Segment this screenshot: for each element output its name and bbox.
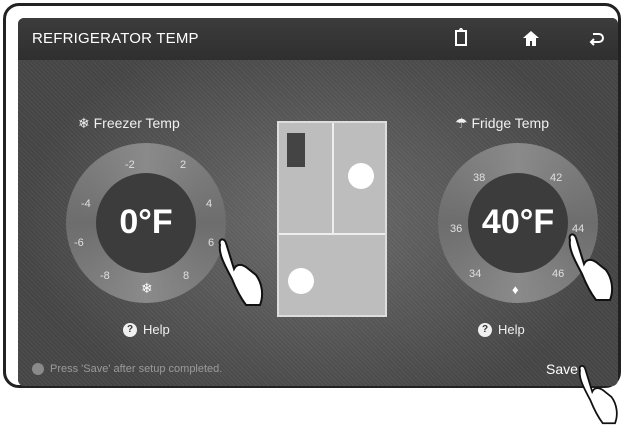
screen: REFRIGERATOR TEMP ❄ Freezer Temp 0°F -2 … [18,18,618,386]
info-icon [32,363,44,375]
freezer-zone-icon [288,268,314,294]
water-drop-icon: ☂ [455,115,468,131]
scale-tick: 36 [450,223,463,235]
scale-tick: -4 [81,198,91,210]
freezer-dial[interactable]: 0°F [66,143,226,303]
scale-tick: 38 [473,172,486,184]
snowflake-icon: ❄ [141,280,153,296]
dispenser-icon [287,133,305,167]
page-title: REFRIGERATOR TEMP [32,30,199,47]
scale-tick: 34 [469,268,482,280]
scale-tick: 42 [550,172,563,184]
snowflake-icon: ❄ [78,115,90,131]
freezer-temp-value: 0°F [119,203,173,241]
fridge-label: ☂ Fridge Temp [455,115,550,131]
scale-tick: 8 [183,270,190,282]
help-icon: ? [123,322,137,337]
help-icon: ? [478,322,492,337]
freezer-help-button[interactable]: ? Help [123,322,170,337]
water-drop-icon: ♦ [512,282,519,297]
top-bar: REFRIGERATOR TEMP [18,18,618,60]
pointing-hand-icon [578,364,618,425]
fridge-zone-icon [348,163,374,189]
back-icon[interactable] [586,28,606,48]
home-icon[interactable] [521,28,541,48]
scale-tick: 2 [180,159,187,171]
pointing-hand-icon [218,238,264,306]
scale-tick: -2 [125,159,135,171]
tablet-icon[interactable] [451,26,471,48]
device-frame: REFRIGERATOR TEMP ❄ Freezer Temp 0°F -2 … [3,3,621,388]
notice-text: Press 'Save' after setup completed. [32,363,222,375]
scale-tick: -8 [100,270,110,282]
scale-tick: 4 [206,198,213,210]
pointing-hand-icon [568,233,614,301]
fridge-help-button[interactable]: ? Help [478,322,525,337]
freezer-label: ❄ Freezer Temp [78,115,180,131]
scale-tick: -6 [74,237,84,249]
